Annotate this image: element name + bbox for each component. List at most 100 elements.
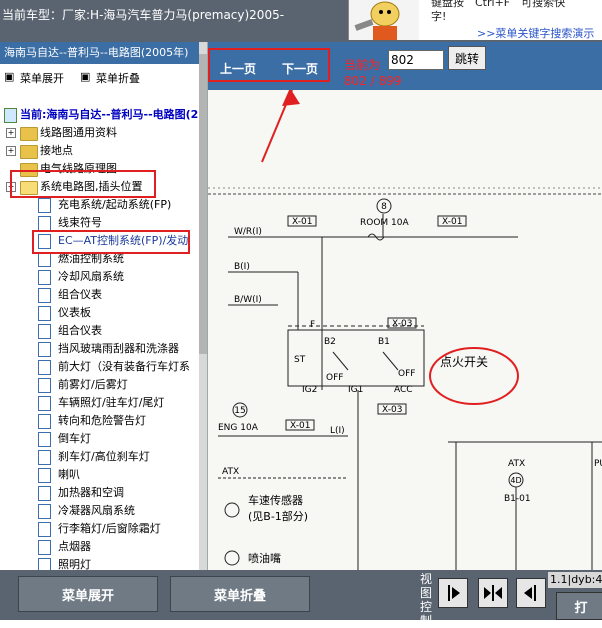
view-fit-both-button[interactable]: [478, 578, 508, 608]
tree-item-label: 倒车灯: [58, 432, 91, 445]
bottom-expand-button[interactable]: 菜单展开: [18, 576, 158, 612]
document-icon: [38, 486, 51, 501]
tree-folder-ground[interactable]: + 接地点: [0, 142, 197, 160]
pin-label-f: F: [310, 320, 315, 330]
circle-label-8: 8: [381, 202, 387, 212]
tree-item-label: 转向和危险警告灯: [58, 414, 146, 427]
scrollbar-thumb[interactable]: [199, 54, 207, 354]
tree-item[interactable]: 组合仪表: [0, 286, 197, 304]
tree-item-label: 行李箱灯/后窗除霜灯: [58, 522, 161, 535]
arrows-inward-icon: [484, 585, 502, 601]
pin-label-off: OFF: [326, 373, 343, 383]
annotation-box-item: [32, 230, 190, 254]
tree-item-label: 前雾灯/后雾灯: [58, 378, 128, 391]
pin-label-off: OFF: [398, 369, 415, 379]
tree-item[interactable]: 前雾灯/后雾灯: [0, 376, 197, 394]
collapse-icon: ▣: [80, 70, 91, 83]
tree-item-label: 刹车灯/高位刹车灯: [58, 450, 150, 463]
folder-icon: [20, 127, 38, 141]
tree-item-label: 车辆照灯/驻车灯/尾灯: [58, 396, 165, 409]
expand-plus-icon[interactable]: +: [6, 128, 16, 138]
tree-item-label: 加热器和空调: [58, 486, 124, 499]
connector-label: X-01: [442, 217, 462, 227]
view-fit-left-button[interactable]: [516, 578, 546, 608]
tree-item[interactable]: 组合仪表: [0, 322, 197, 340]
view-fit-right-button[interactable]: [438, 578, 468, 608]
connector-label: X-03: [392, 319, 412, 329]
tree-item[interactable]: 充电系统/起动系统(FP): [0, 196, 197, 214]
pin-label-acc: ACC: [394, 385, 413, 395]
tree-item[interactable]: 刹车灯/高位刹车灯: [0, 448, 197, 466]
sidebar-expand-link[interactable]: 菜单展开: [20, 70, 64, 86]
wire-label-l: L(I): [330, 426, 345, 436]
mascot-icon: [349, 0, 419, 40]
tree-item[interactable]: 冷凝器风扇系统: [0, 502, 197, 520]
expand-plus-icon[interactable]: +: [6, 146, 16, 156]
ignition-switch-label: 点火开关: [440, 355, 488, 369]
search-demo-link[interactable]: >>菜单关键字搜索演示: [477, 25, 594, 41]
top-bar: 当前车型：厂家:H-海马汽车普力马(premacy)2005- 键盘按 Ctrl…: [0, 0, 602, 42]
pin-label-st: ST: [294, 355, 306, 365]
label-atx-right: ATX: [508, 459, 525, 469]
bottom-bar: 菜单展开 菜单折叠 视图控制 1.1|dyb:4 打: [0, 570, 602, 628]
annotation-box-folder: [10, 170, 156, 198]
tree-item-label: 挡风玻璃雨刮器和洗涤器: [58, 342, 179, 355]
tree-item-label: 照明灯: [58, 558, 91, 570]
pin-label-b1: B1: [378, 337, 390, 347]
injector-label: 喷油嘴: [248, 551, 281, 565]
tree-item-label: 前大灯（没有装备行车灯系: [58, 360, 190, 373]
tree-item-label: 点烟器: [58, 540, 91, 553]
connector-label: X-03: [382, 405, 402, 415]
document-icon: [38, 198, 51, 213]
tree-item[interactable]: 照明灯: [0, 556, 197, 570]
document-icon: [38, 558, 51, 570]
label-atx: ATX: [222, 467, 239, 477]
injector-symbol: [224, 550, 240, 566]
fuse-label-eng: ENG 10A: [218, 423, 259, 433]
tree-item[interactable]: 转向和危险警告灯: [0, 412, 197, 430]
document-icon: [38, 432, 51, 447]
tree-item[interactable]: 挡风玻璃雨刮器和洗涤器: [0, 340, 197, 358]
document-icon: [38, 504, 51, 519]
document-icon: [38, 342, 51, 357]
annotation-arrow-head: [282, 88, 300, 106]
document-icon: [38, 540, 51, 555]
tree-item[interactable]: 点烟器: [0, 538, 197, 556]
tree-item-label: 喇叭: [58, 468, 80, 481]
document-icon: [38, 450, 51, 465]
document-icon: [38, 468, 51, 483]
print-button[interactable]: 打: [556, 592, 602, 620]
jump-button[interactable]: 跳转: [448, 46, 486, 70]
computer-icon: [4, 108, 17, 123]
tree-item[interactable]: 喇叭: [0, 466, 197, 484]
tree-item[interactable]: 加热器和空调: [0, 484, 197, 502]
current-model-title: 当前车型：厂家:H-海马汽车普力马(premacy)2005-: [2, 8, 285, 22]
sidebar-scrollbar[interactable]: [199, 42, 207, 570]
label-pu: PU: [594, 459, 602, 469]
wiring-diagram[interactable]: 8 ROOM 10A X-01 X-01 W/R(I) B(I) B/W(I) …: [208, 88, 602, 570]
status-readout: 1.1|dyb:4: [548, 572, 602, 588]
current-page-label: 当前为: [344, 58, 381, 72]
document-icon: [38, 216, 51, 231]
tree-item[interactable]: 仪表板: [0, 304, 197, 322]
bottom-collapse-button[interactable]: 菜单折叠: [170, 576, 310, 612]
tree-item[interactable]: 倒车灯: [0, 430, 197, 448]
tree-item[interactable]: 前大灯（没有装备行车灯系: [0, 358, 197, 376]
tree-item[interactable]: 车辆照灯/驻车灯/尾灯: [0, 394, 197, 412]
search-tip-banner: 键盘按 Ctrl+F 可搜索快 字! >>菜单关键字搜索演示: [348, 0, 602, 40]
arrow-right-icon: [448, 585, 460, 601]
sidebar-collapse-link[interactable]: 菜单折叠: [96, 70, 140, 86]
page-number-input[interactable]: [388, 50, 444, 70]
document-icon: [38, 360, 51, 375]
tree-item-label: 充电系统/起动系统(FP): [58, 198, 172, 211]
pin-label-b2: B2: [324, 337, 336, 347]
page-counter: 802 / 899: [344, 74, 402, 88]
tree-folder-general[interactable]: + 线路图通用资料: [0, 124, 197, 142]
document-icon: [38, 306, 51, 321]
circle-label-15: 15: [234, 406, 245, 416]
tree-item-label: 仪表板: [58, 306, 91, 319]
document-icon: [38, 252, 51, 267]
tree-item[interactable]: 冷却风扇系统: [0, 268, 197, 286]
tree-item[interactable]: 行李箱灯/后窗除霜灯: [0, 520, 197, 538]
annotation-box-nav: [208, 48, 330, 82]
